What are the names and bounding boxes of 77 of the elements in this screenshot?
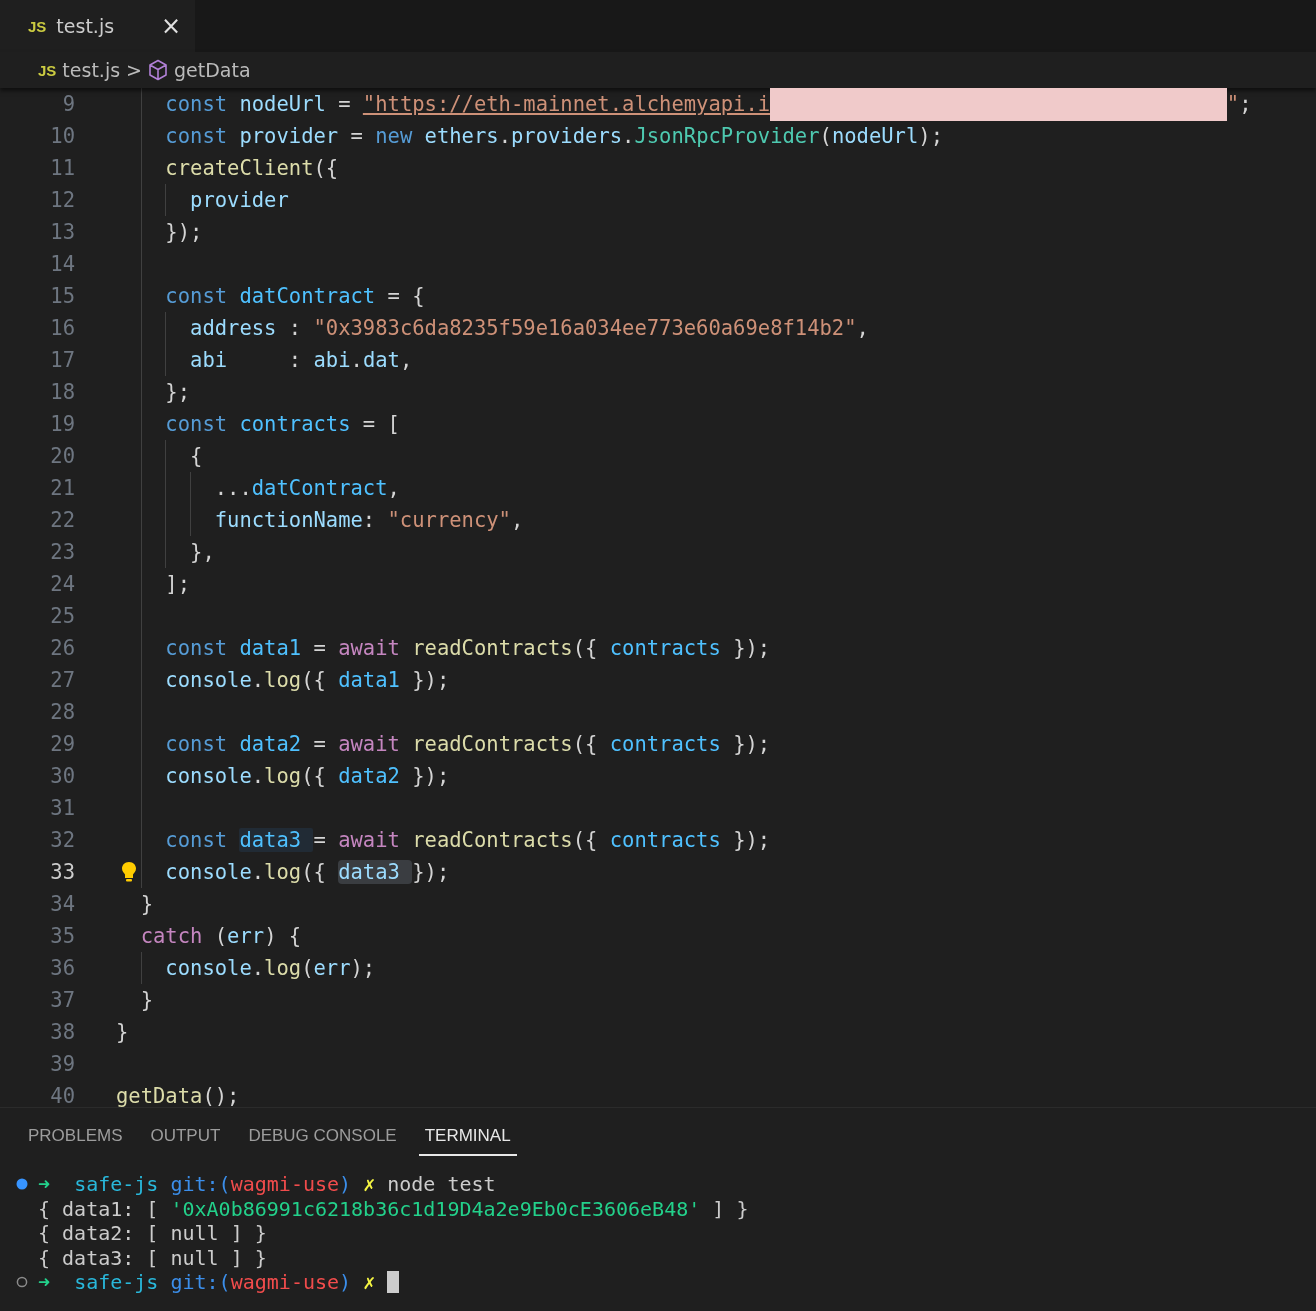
code-line: console.log(err);: [164, 956, 376, 980]
code-line: }: [139, 892, 154, 916]
cube-icon: [148, 59, 168, 81]
code-line: console.log({ data3 });: [164, 860, 450, 884]
code-line: address : "0x3983c6da8235f59e16a034ee773e60a69e8f14b2",: [189, 316, 869, 340]
code-line: }: [139, 988, 154, 1012]
line-number: 29: [49, 732, 75, 756]
code-line: const contracts = [: [164, 412, 400, 436]
code-line: const data3 = await readContracts({ contracts });: [164, 828, 771, 852]
code-line: ";: [1226, 92, 1252, 116]
code-line: console.log({ data1 });: [164, 668, 450, 692]
javascript-file-icon: JS: [38, 61, 57, 79]
code-line: {: [189, 444, 203, 468]
line-number: 35: [49, 924, 75, 948]
line-number: 11: [49, 156, 75, 180]
line-number: 31: [49, 796, 75, 820]
code-line: };: [164, 380, 191, 404]
code-line: createClient({: [164, 156, 339, 180]
line-number: 32: [49, 828, 75, 852]
lightbulb-icon[interactable]: [120, 861, 138, 883]
code-line: provider: [189, 188, 289, 212]
panel-tab[interactable]: OUTPUT: [144, 1118, 227, 1156]
line-number: 12: [49, 188, 75, 212]
line-number: 23: [49, 540, 75, 564]
code-line: }: [116, 1020, 129, 1044]
line-number: 30: [49, 764, 75, 788]
line-number: 22: [49, 508, 75, 532]
code-line: const datContract = {: [164, 284, 425, 308]
line-number: 25: [49, 604, 75, 628]
line-number: 21: [49, 476, 75, 500]
line-number: 26: [49, 636, 75, 660]
terminal-line: { data1: [ '0xA0b86991c6218b36c1d19D4a2e9Eb0cE3606eB48' ] }: [38, 1196, 749, 1221]
line-number: 16: [49, 316, 75, 340]
line-number: 37: [49, 988, 75, 1012]
breadcrumb-item[interactable]: getData: [174, 59, 251, 81]
line-number: 34: [49, 892, 75, 916]
code-line: const data2 = await readContracts({ contracts });: [164, 732, 771, 756]
line-number: 19: [49, 412, 75, 436]
line-number: 17: [49, 348, 75, 372]
code-line: const provider = new ethers.providers.JsonRpcProvider(nodeUrl);: [164, 124, 943, 148]
line-number: 27: [49, 668, 75, 692]
code-line: abi : abi.dat,: [189, 348, 413, 372]
code-line: const nodeUrl = "https://eth-mainnet.alchemyapi.i: [164, 92, 771, 116]
breadcrumb-item[interactable]: test.js: [62, 59, 121, 81]
panel-tab[interactable]: PROBLEMS: [22, 1118, 129, 1156]
code-line: },: [189, 540, 215, 564]
code-line: const data1 = await readContracts({ contracts });: [164, 636, 771, 660]
line-number: 18: [49, 380, 75, 404]
terminal-line: ➜ safe-js git:(wagmi-use) ✗: [38, 1270, 400, 1295]
line-number: 28: [49, 700, 75, 724]
breadcrumb-separator: >: [126, 59, 142, 81]
editor-tab[interactable]: JS test.js ×: [0, 0, 195, 52]
code-line: console.log({ data2 });: [164, 764, 450, 788]
line-number: 10: [49, 124, 75, 148]
line-number: 33: [49, 860, 75, 884]
line-number: 24: [49, 572, 75, 596]
panel-tab[interactable]: DEBUG CONSOLE: [242, 1118, 403, 1156]
code-line: });: [164, 220, 203, 244]
close-icon[interactable]: ×: [160, 12, 181, 40]
code-line: getData();: [116, 1084, 240, 1107]
panel-tab[interactable]: TERMINAL: [418, 1118, 517, 1156]
line-number: 38: [49, 1020, 75, 1044]
code-line: ];: [164, 572, 191, 596]
line-number: 9: [61, 92, 75, 116]
line-number: 15: [49, 284, 75, 308]
line-number: 39: [49, 1052, 75, 1076]
terminal-line: ➜ safe-js git:(wagmi-use) ✗ node test: [38, 1172, 496, 1197]
terminal-line: { data3: [ null ] }: [38, 1245, 267, 1270]
terminal-line: { data2: [ null ] }: [38, 1221, 267, 1246]
code-line: catch (err) {: [139, 924, 302, 948]
code-line: ...datContract,: [213, 476, 400, 500]
line-number: 14: [49, 252, 75, 276]
line-number: 36: [49, 956, 75, 980]
code-line: functionName: "currency",: [213, 508, 524, 532]
line-number: 40: [49, 1084, 75, 1107]
line-number: 20: [49, 444, 75, 468]
line-number: 13: [49, 220, 75, 244]
